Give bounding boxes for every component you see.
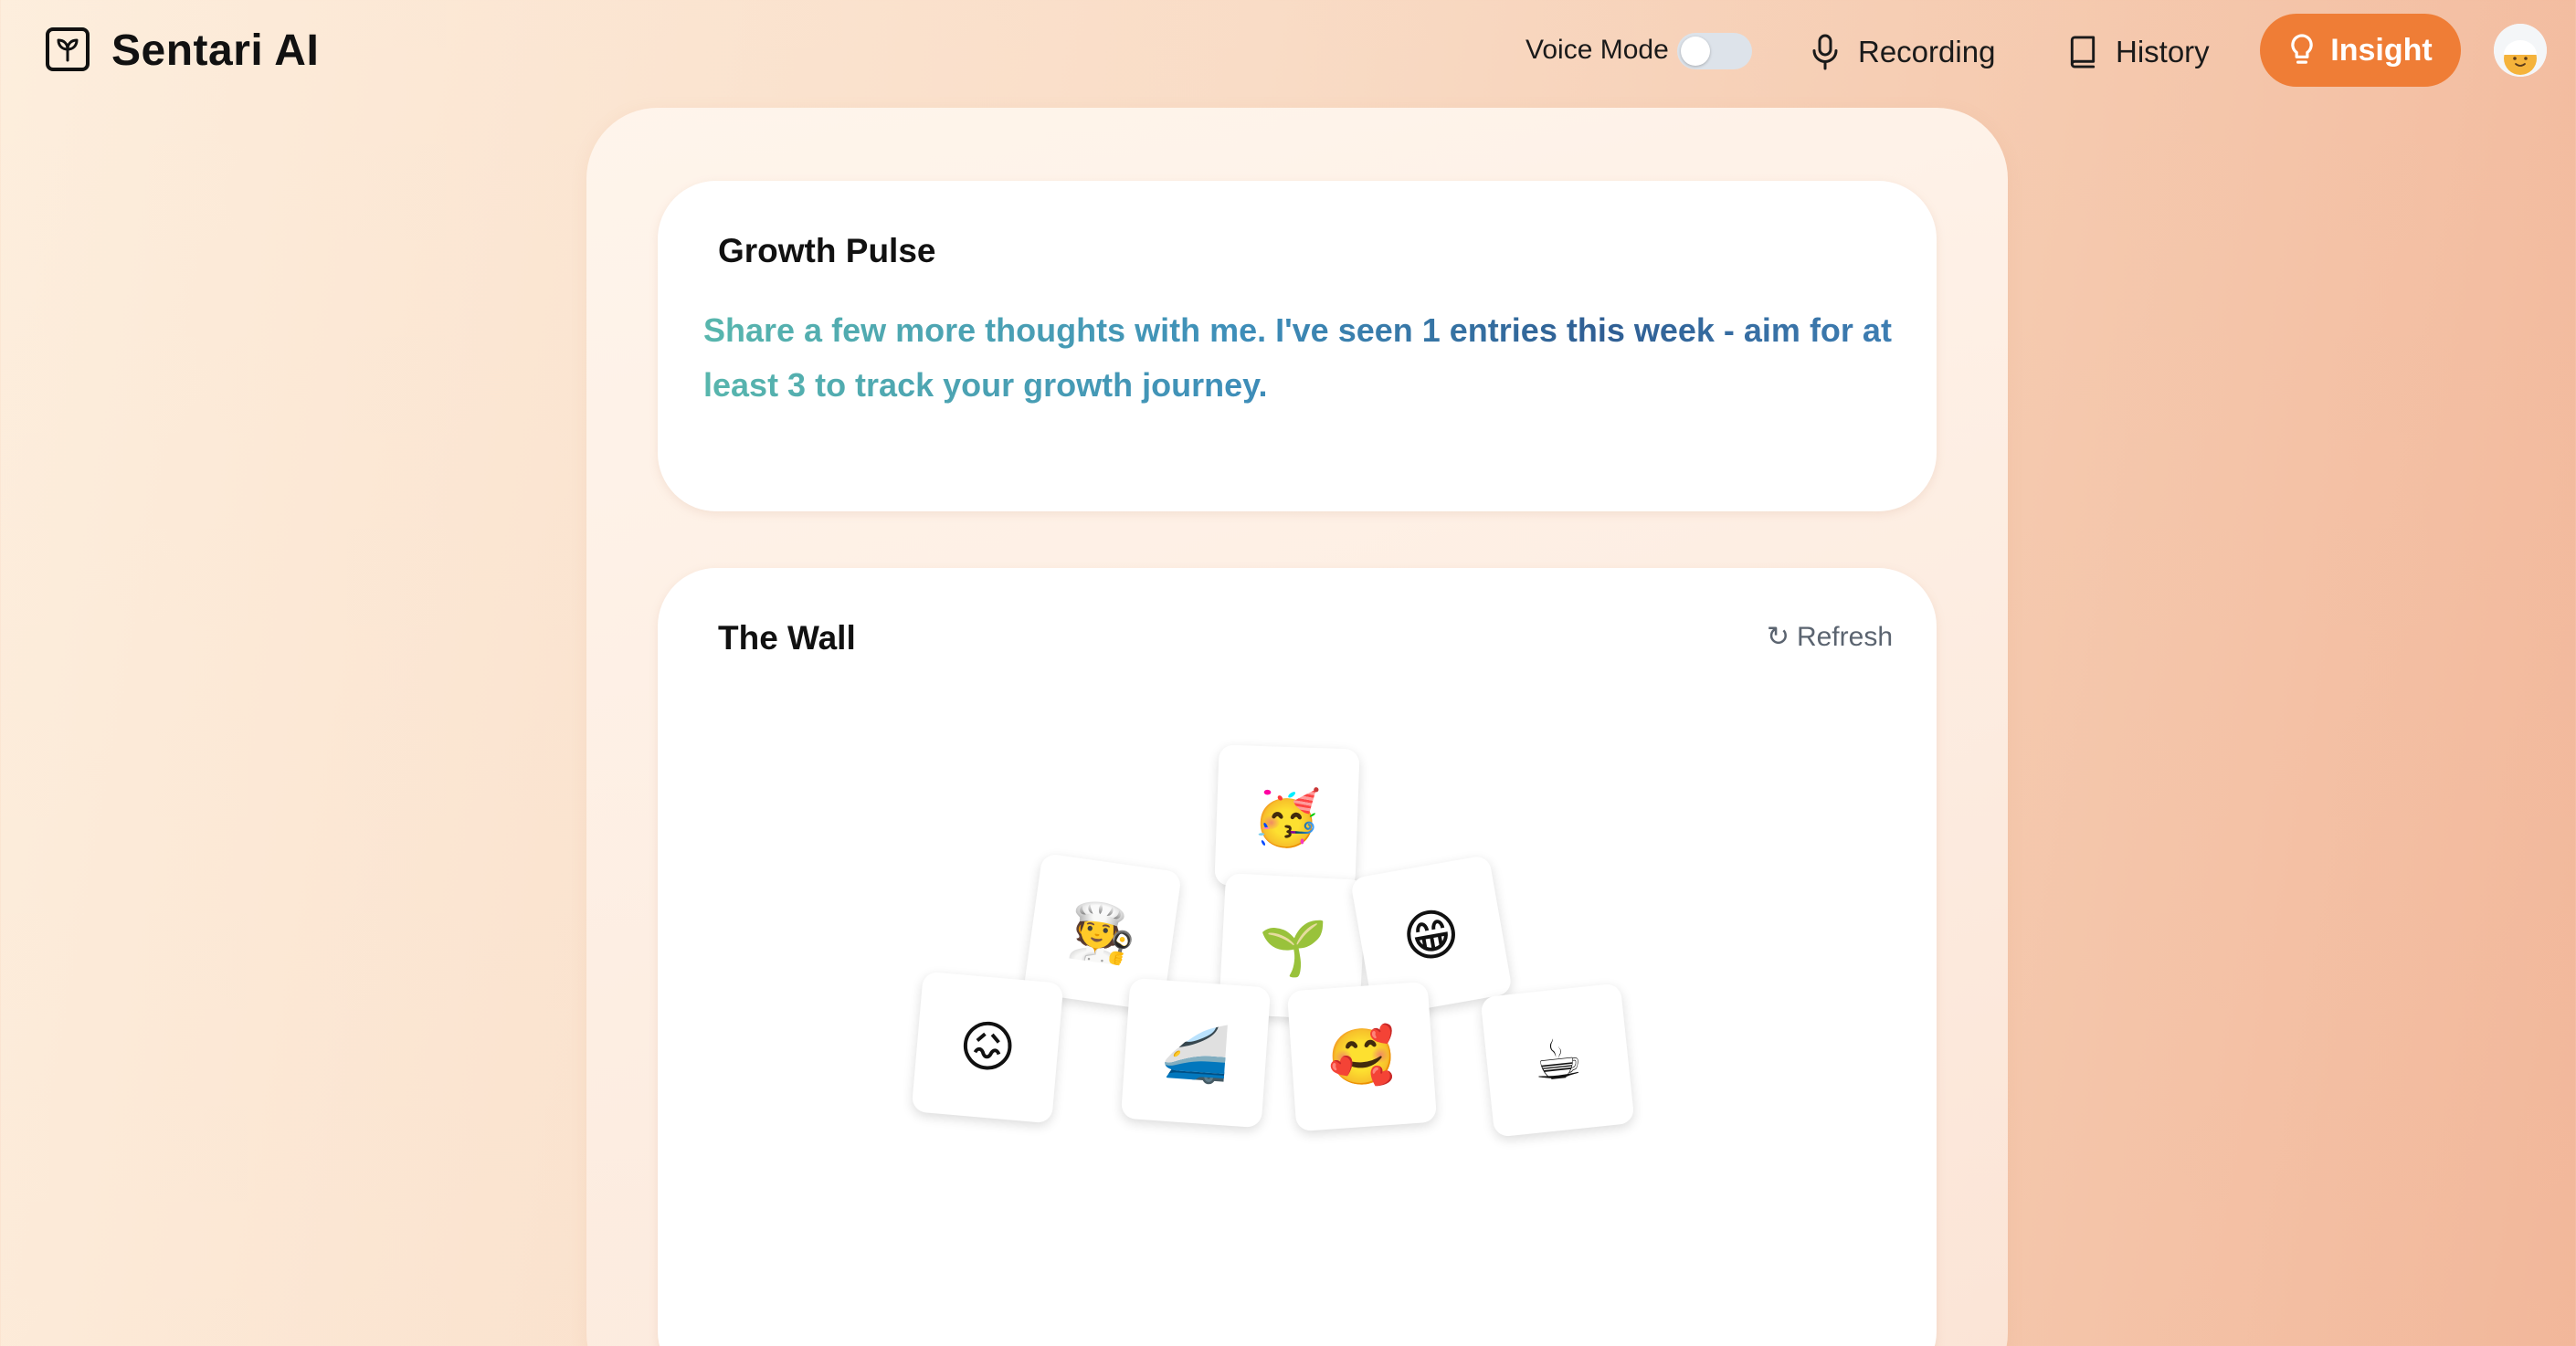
wall-tile-smiling-hearts-face[interactable]: 🥰 [1286,981,1438,1132]
wall-tile-partying-face[interactable]: 🥳 [1214,744,1360,890]
voice-mode-label: Voice Mode [1526,35,1669,65]
recording-label: Recording [1858,35,1996,68]
refresh-button[interactable]: ↻ Refresh [1767,621,1893,653]
growth-pulse-title: Growth Pulse [718,232,936,269]
the-wall-card: The Wall ↻ Refresh 🥳 🧑‍🍳 🌱 😁 😖 🚄 🥰 ☕ [658,568,1937,1346]
growth-pulse-message: Share a few more thoughts with me. I've … [703,303,1900,413]
book-icon [2070,36,2096,68]
coffee-icon: ☕ [1529,1026,1586,1093]
seedling-icon: 🌱 [1256,914,1329,980]
user-avatar[interactable] [2494,24,2547,77]
wall-tile-coffee[interactable]: ☕ [1480,983,1635,1138]
history-label: History [2116,35,2210,68]
wall-tile-confounded-face[interactable]: 😖 [911,971,1064,1124]
brand-name[interactable]: Sentari AI [111,26,319,76]
confounded-face-icon: 😖 [955,1014,1019,1080]
smiling-hearts-face-icon: 🥰 [1325,1023,1399,1090]
the-wall-title: The Wall [718,619,856,657]
top-navigation-bar: Sentari AI Voice Mode Recording History … [0,0,2576,104]
refresh-icon: ↻ [1766,622,1789,652]
partying-face-icon: 🥳 [1251,785,1323,849]
cook-icon: 🧑‍🍳 [1064,897,1141,968]
grinning-face-icon: 😁 [1398,900,1465,971]
wall-tile-train[interactable]: 🚄 [1120,977,1272,1129]
history-button[interactable]: History [2066,20,2210,84]
insight-label: Insight [2330,32,2433,68]
refresh-label: Refresh [1796,621,1893,652]
toggle-knob [1681,37,1710,66]
lightbulb-icon [2291,34,2314,64]
sentari-logo-icon[interactable] [46,27,90,71]
recording-button[interactable]: Recording [1809,20,1995,84]
growth-pulse-card: Growth Pulse Share a few more thoughts w… [658,181,1937,511]
insight-button[interactable]: Insight [2260,14,2461,87]
voice-mode-toggle[interactable] [1677,33,1752,69]
train-icon: 🚄 [1159,1019,1232,1087]
microphone-icon [1812,34,1838,70]
